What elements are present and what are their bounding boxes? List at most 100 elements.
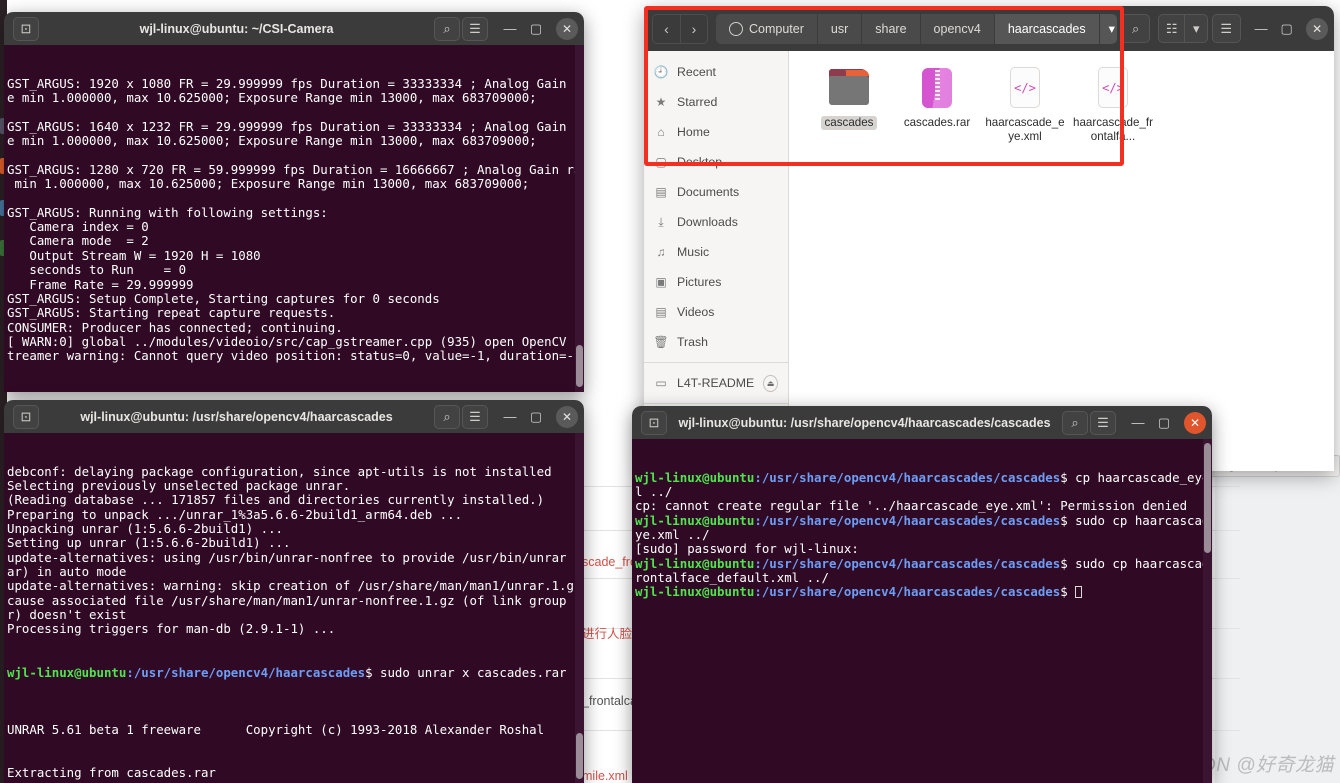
sidebar-item-downloads[interactable]: ⤓ Downloads — [644, 207, 788, 237]
breadcrumb-label: share — [875, 21, 907, 36]
breadcrumb-label: Computer — [749, 21, 804, 36]
close-icon[interactable]: ✕ — [1306, 17, 1328, 40]
hamburger-menu-icon[interactable]: ☰ — [1090, 410, 1116, 435]
file-item[interactable]: cascades — [805, 61, 893, 143]
minimize-icon[interactable]: — — [1125, 411, 1151, 435]
close-icon[interactable]: ✕ — [1184, 411, 1206, 434]
terminal-line: Processing triggers for man-db (2.9.1-1)… — [7, 621, 336, 637]
sidebar-item-music[interactable]: ♫ Music — [644, 237, 788, 267]
terminal-output[interactable]: debconf: delaying package configuration,… — [4, 433, 584, 783]
minimize-icon[interactable]: — — [1248, 17, 1274, 41]
terminal-line: r) doesn't exist — [7, 607, 127, 623]
sidebar-item-label: L4T-README — [677, 376, 755, 390]
terminal-line: e min 1.000000, max 10.625000; Exposure … — [7, 90, 537, 106]
file-item[interactable]: </> haarcascade_eye.xml — [981, 61, 1069, 143]
navigation-buttons[interactable]: ‹ › — [652, 13, 708, 44]
terminal-window-csi-camera[interactable]: ⊡ wjl-linux@ubuntu: ~/CSI-Camera ⌕ ☰ — ▢… — [4, 12, 584, 392]
forward-arrow-icon[interactable]: › — [680, 13, 708, 44]
terminal-line: debconf: delaying package configuration,… — [7, 463, 552, 479]
terminal-window-haarcascades[interactable]: ⊡ wjl-linux@ubuntu: /usr/share/opencv4/h… — [4, 400, 584, 783]
breadcrumb-item-usr[interactable]: usr — [817, 13, 863, 44]
breadcrumb-item-computer[interactable]: Computer — [716, 13, 818, 44]
file-manager-header[interactable]: ‹ › Computer usr share opencv4 haarcascades ▾… — [644, 6, 1334, 51]
terminal-title: wjl-linux@ubuntu: ~/CSI-Camera — [139, 21, 334, 36]
sidebar-item-videos[interactable]: ▤ Videos — [644, 297, 788, 327]
sidebar-item-trash[interactable]: 🗑 Trash — [644, 327, 788, 357]
maximize-icon[interactable]: ▢ — [1274, 17, 1300, 41]
terminal-line: treamer warning: Cannot query video posi… — [7, 348, 582, 364]
terminal-line: Setting up unrar (1:5.6.6-2build1) ... — [7, 535, 291, 551]
terminal-line: GST_ARGUS: Running with following settin… — [7, 204, 328, 220]
sidebar-item-l4t-readme[interactable]: ▭ L4T-README ⏏ — [644, 368, 788, 398]
terminal-scrollbar[interactable] — [1203, 439, 1212, 783]
terminal-output[interactable]: GST_ARGUS: 1920 x 1080 FR = 29.999999 fp… — [4, 45, 584, 392]
breadcrumb-item-haarcascades[interactable]: haarcascades — [994, 13, 1100, 44]
search-icon[interactable]: ⌕ — [434, 404, 460, 429]
terminal-scrollbar[interactable] — [575, 433, 584, 783]
terminal-titlebar[interactable]: ⊡ wjl-linux@ubuntu: /usr/share/opencv4/h… — [632, 406, 1212, 439]
file-item[interactable]: </> haarcascade_frontalfa... — [1069, 61, 1157, 143]
eject-icon[interactable]: ⏏ — [763, 374, 778, 392]
minimize-icon[interactable]: — — [497, 17, 523, 41]
search-icon[interactable]: ⌕ — [1121, 14, 1150, 43]
file-manager-window[interactable]: ‹ › Computer usr share opencv4 haarcascades ▾… — [644, 6, 1334, 471]
breadcrumb-dropdown[interactable]: ▾ — [1099, 13, 1118, 44]
sidebar-item-pictures[interactable]: ▣ Pictures — [644, 267, 788, 297]
terminal-line: update-alternatives: warning: skip creat… — [7, 578, 584, 594]
terminal-log-block: debconf: delaying package configuration,… — [7, 463, 584, 637]
sidebar-divider — [644, 403, 788, 404]
sidebar-item-desktop[interactable]: ▢ Desktop — [644, 147, 788, 177]
sidebar-item-starred[interactable]: ★ Starred — [644, 87, 788, 117]
close-icon[interactable]: ✕ — [556, 405, 578, 428]
sidebar-item-recent[interactable]: 🕘 Recent — [644, 57, 788, 87]
sidebar-divider — [644, 362, 788, 363]
sidebar-item-label: Desktop — [677, 155, 723, 169]
close-icon[interactable]: ✕ — [556, 17, 578, 40]
breadcrumb-item-opencv4[interactable]: opencv4 — [920, 13, 995, 44]
breadcrumb-item-share[interactable]: share — [862, 13, 921, 44]
sidebar-item-home[interactable]: ⌂ Home — [644, 117, 788, 147]
back-arrow-icon[interactable]: ‹ — [652, 13, 680, 44]
chevron-down-icon[interactable]: ▾ — [1184, 14, 1208, 43]
file-name: haarcascade_frontalfa... — [1073, 116, 1153, 143]
terminal-log-block: wjl-linux@ubuntu:/usr/share/opencv4/haar… — [635, 470, 1212, 600]
prompt-user: wjl-linux@ubuntu — [7, 664, 127, 680]
terminal-window-cascades[interactable]: ⊡ wjl-linux@ubuntu: /usr/share/opencv4/h… — [632, 406, 1212, 783]
terminal-line: seconds to Run = 0 — [7, 262, 194, 278]
minimize-icon[interactable]: — — [497, 405, 523, 429]
terminal-icon: ⊡ — [641, 410, 667, 435]
breadcrumb[interactable]: Computer usr share opencv4 haarcascades ▾ — [716, 13, 1118, 44]
terminal-line: CONSUMER: Producer has connected; contin… — [7, 319, 343, 335]
hamburger-menu-icon[interactable]: ☰ — [1212, 14, 1241, 43]
file-name: cascades.rar — [903, 116, 971, 129]
terminal-scrollbar[interactable] — [575, 45, 584, 392]
sidebar-item-documents[interactable]: ▤ Documents — [644, 177, 788, 207]
document-icon: ▤ — [655, 185, 667, 199]
maximize-icon[interactable]: ▢ — [1151, 411, 1177, 435]
search-icon[interactable]: ⌕ — [1062, 410, 1088, 435]
file-item[interactable]: cascades.rar — [893, 61, 981, 143]
terminal-line: Frame Rate = 29.999999 — [7, 276, 201, 292]
maximize-icon[interactable]: ▢ — [523, 405, 549, 429]
sidebar-item-label: Videos — [677, 305, 715, 319]
terminal-line: GST_ARGUS: Starting repeat capture reque… — [7, 305, 336, 321]
list-view-icon[interactable]: ☷ — [1157, 14, 1185, 43]
terminal-line: UNRAR 5.61 beta 1 freeware Copyright (c)… — [7, 721, 545, 737]
hamburger-menu-icon[interactable]: ☰ — [462, 404, 488, 429]
terminal-line: ye.xml ../ — [635, 527, 710, 543]
hamburger-menu-icon[interactable]: ☰ — [462, 16, 488, 41]
search-icon[interactable]: ⌕ — [434, 16, 460, 41]
maximize-icon[interactable]: ▢ — [523, 17, 549, 41]
terminal-line: Output Stream W = 1920 H = 1080 — [7, 247, 269, 263]
terminal-titlebar[interactable]: ⊡ wjl-linux@ubuntu: /usr/share/opencv4/h… — [4, 400, 584, 433]
terminal-result-block: UNRAR 5.61 beta 1 freeware Copyright (c)… — [7, 709, 584, 783]
video-icon: ▤ — [655, 305, 667, 319]
terminal-output[interactable]: wjl-linux@ubuntu:/usr/share/opencv4/haar… — [632, 439, 1212, 783]
terminal-titlebar[interactable]: ⊡ wjl-linux@ubuntu: ~/CSI-Camera ⌕ ☰ — ▢… — [4, 12, 584, 45]
terminal-icon: ⊡ — [13, 404, 39, 429]
sidebar-item-label: Starred — [677, 95, 718, 109]
